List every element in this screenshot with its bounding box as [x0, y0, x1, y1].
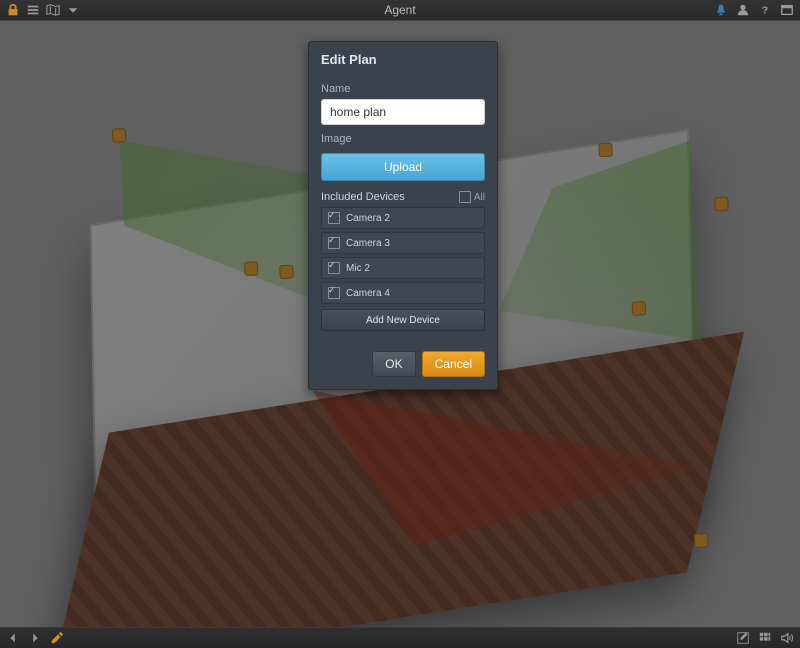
- edit-plan-dialog: Edit Plan Name Image Upload Included Dev…: [308, 41, 498, 390]
- speaker-icon[interactable]: [780, 631, 794, 645]
- device-label: Camera 2: [346, 213, 390, 224]
- checkbox-icon: [328, 237, 340, 249]
- window-icon[interactable]: [780, 3, 794, 17]
- app-window: Agent ? Edit Plan: [0, 0, 800, 648]
- plan-name-input[interactable]: [321, 99, 485, 125]
- device-row[interactable]: Camera 2: [321, 207, 485, 229]
- image-label: Image: [321, 133, 485, 145]
- device-label: Camera 4: [346, 288, 390, 299]
- checkbox-icon: [328, 212, 340, 224]
- lock-icon[interactable]: [6, 3, 20, 17]
- chevron-down-icon[interactable]: [66, 3, 80, 17]
- svg-text:?: ?: [762, 5, 768, 17]
- floorplan-canvas[interactable]: Edit Plan Name Image Upload Included Dev…: [0, 21, 800, 628]
- device-row[interactable]: Mic 2: [321, 257, 485, 279]
- back-arrow-icon[interactable]: [6, 631, 20, 645]
- checkbox-icon: [328, 287, 340, 299]
- cancel-button[interactable]: Cancel: [422, 351, 485, 377]
- compose-icon[interactable]: [736, 631, 750, 645]
- name-label: Name: [321, 83, 485, 95]
- top-toolbar: Agent ?: [0, 0, 800, 21]
- edit-icon[interactable]: [50, 631, 64, 645]
- included-devices-label: Included Devices: [321, 191, 405, 203]
- grid-icon[interactable]: [758, 631, 772, 645]
- checkbox-icon: [459, 191, 471, 203]
- device-label: Mic 2: [346, 263, 370, 274]
- ok-button[interactable]: OK: [372, 351, 415, 377]
- list-icon[interactable]: [26, 3, 40, 17]
- upload-button[interactable]: Upload: [321, 153, 485, 181]
- device-row[interactable]: Camera 4: [321, 282, 485, 304]
- checkbox-icon: [328, 262, 340, 274]
- forward-arrow-icon[interactable]: [28, 631, 42, 645]
- help-icon[interactable]: ?: [758, 3, 772, 17]
- dialog-title: Edit Plan: [309, 42, 497, 75]
- window-title: Agent: [0, 3, 800, 17]
- device-row[interactable]: Camera 3: [321, 232, 485, 254]
- add-device-button[interactable]: Add New Device: [321, 309, 485, 331]
- bell-icon[interactable]: [714, 3, 728, 17]
- bottom-toolbar: [0, 627, 800, 648]
- user-icon[interactable]: [736, 3, 750, 17]
- select-all-checkbox[interactable]: All: [459, 191, 485, 203]
- device-label: Camera 3: [346, 238, 390, 249]
- all-label: All: [474, 192, 485, 203]
- map-icon[interactable]: [46, 3, 60, 17]
